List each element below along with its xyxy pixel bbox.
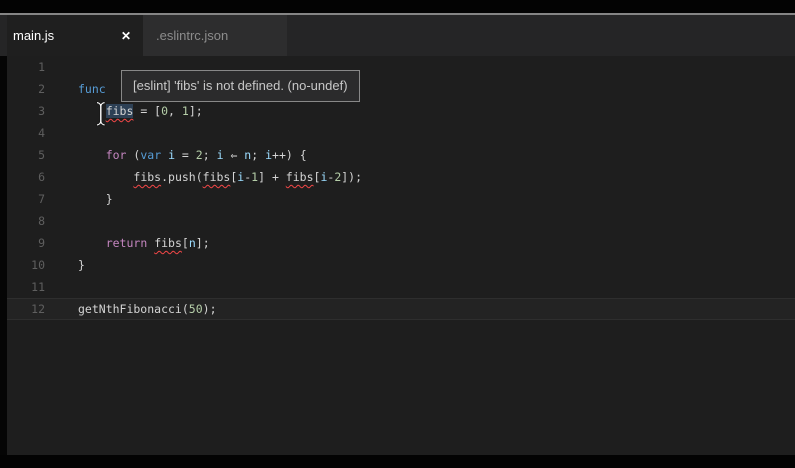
text-ibeam-cursor (93, 100, 109, 128)
line-number: 4 (7, 122, 45, 144)
code-text: for (var i = 2; i ⇐ n; i++) { (78, 144, 307, 166)
code-line[interactable]: 10} (7, 254, 795, 276)
line-number: 10 (7, 254, 45, 276)
line-number: 11 (7, 276, 45, 298)
line-number: 8 (7, 210, 45, 232)
line-number: 2 (7, 78, 45, 100)
tab-main-js[interactable]: main.js ✕ (7, 15, 143, 56)
code-text: func (78, 78, 106, 100)
code-text: getNthFibonacci(50); (78, 298, 217, 320)
line-number: 9 (7, 232, 45, 254)
code-line[interactable]: 6 fibs.push(fibs[i-1] + fibs[i-2]); (7, 166, 795, 188)
code-line[interactable]: 4 (7, 122, 795, 144)
code-line[interactable]: 9 return fibs[n]; (7, 232, 795, 254)
line-number: 1 (7, 56, 45, 78)
code-text: } (78, 188, 113, 210)
tab-eslintrc-json[interactable]: .eslintrc.json (143, 15, 287, 56)
line-number: 6 (7, 166, 45, 188)
code-line[interactable]: 12 getNthFibonacci(50); (7, 298, 795, 320)
code-line[interactable]: 5 for (var i = 2; i ⇐ n; i++) { (7, 144, 795, 166)
code-line[interactable]: 8 (7, 210, 795, 232)
tab-label: .eslintrc.json (156, 28, 228, 43)
line-number: 5 (7, 144, 45, 166)
code-line[interactable]: 7 } (7, 188, 795, 210)
code-line[interactable]: 3 fibs = [0, 1]; (7, 100, 795, 122)
code-text: } (78, 254, 85, 276)
line-number: 3 (7, 100, 45, 122)
window-top-bar (0, 0, 795, 13)
code-editor-window: main.js ✕ .eslintrc.json 12 func3 fibs = … (0, 0, 795, 468)
close-icon[interactable]: ✕ (121, 30, 131, 42)
code-text: return fibs[n]; (78, 232, 210, 254)
line-number: 7 (7, 188, 45, 210)
eslint-error-tooltip: [eslint] 'fibs' is not defined. (no-unde… (121, 70, 360, 102)
tab-bar: main.js ✕ .eslintrc.json (0, 15, 795, 56)
code-text: fibs.push(fibs[i-1] + fibs[i-2]); (78, 166, 362, 188)
window-bottom-bar (0, 455, 795, 468)
line-number: 12 (7, 298, 45, 320)
code-line[interactable]: 11 (7, 276, 795, 298)
tab-label: main.js (13, 28, 54, 43)
editor[interactable]: 12 func3 fibs = [0, 1];45 for (var i = 2;… (7, 56, 795, 455)
